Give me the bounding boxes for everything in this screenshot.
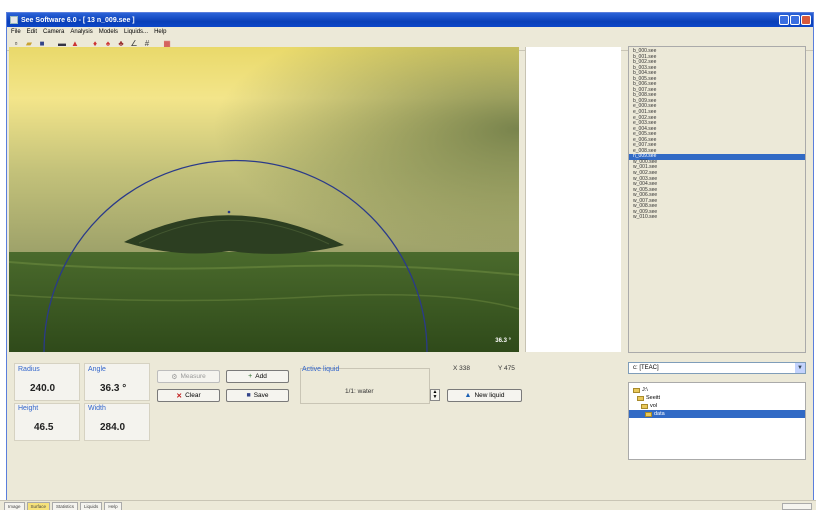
- save-icon: ■: [246, 392, 251, 399]
- tab-statistics[interactable]: Statistics: [52, 502, 79, 510]
- image-side-pane: [525, 47, 621, 352]
- angle-overlay-label: 36.3 °: [495, 338, 511, 344]
- status-bar: Image Surface Statistics Liquids Help: [0, 500, 816, 510]
- folder-icon: [637, 395, 644, 401]
- add-button[interactable]: + Add: [226, 370, 289, 383]
- chevron-down-icon[interactable]: ▼: [795, 363, 805, 373]
- radius-value: 240.0: [30, 383, 56, 394]
- active-liquid-value: 1/1: water: [345, 388, 374, 395]
- cursor-y: Y 475: [498, 365, 515, 372]
- close-button[interactable]: [801, 15, 811, 25]
- menu-edit[interactable]: Edit: [27, 29, 37, 35]
- chevron-down-icon[interactable]: ▼: [433, 395, 438, 400]
- menu-analysis[interactable]: Analysis: [70, 29, 92, 35]
- folder-icon: [641, 403, 648, 409]
- tree-item[interactable]: Seeitt: [633, 394, 805, 402]
- window-controls: [779, 15, 811, 25]
- minimize-button[interactable]: [779, 15, 789, 25]
- active-liquid-panel: [300, 368, 430, 404]
- app-icon: [10, 16, 18, 24]
- clear-button[interactable]: ✕ Clear: [157, 389, 220, 402]
- menu-liquids[interactable]: Liquids...: [124, 29, 148, 35]
- menu-file[interactable]: File: [11, 29, 21, 35]
- tree-item[interactable]: J:\: [633, 386, 805, 394]
- menu-camera[interactable]: Camera: [43, 29, 64, 35]
- height-value: 46.5: [34, 422, 54, 433]
- width-label: Width: [88, 405, 106, 412]
- tab-image[interactable]: Image: [4, 502, 25, 510]
- folder-icon: [633, 387, 640, 393]
- height-label: Height: [18, 405, 39, 412]
- active-liquid-label: Active liquid: [302, 366, 340, 373]
- save-button[interactable]: ■ Save: [226, 389, 289, 402]
- measure-icon: ⚙: [171, 373, 178, 381]
- angle-label: Angle: [88, 366, 106, 373]
- measure-button[interactable]: ⚙ Measure: [157, 370, 220, 383]
- drop-image-canvas: [9, 47, 519, 352]
- tab-liquids[interactable]: Liquids: [80, 502, 103, 510]
- angle-value: 36.3 °: [100, 383, 127, 394]
- menu-help[interactable]: Help: [154, 29, 166, 35]
- window-title: See Software 6.0 - [ 13 n_009.see ]: [21, 16, 135, 24]
- maximize-button[interactable]: [790, 15, 800, 25]
- drive-select[interactable]: c: [TEAC] ▼: [628, 362, 806, 374]
- radius-label: Radius: [18, 366, 40, 373]
- add-icon: +: [248, 373, 253, 380]
- drop-image[interactable]: 36.3 °: [9, 47, 519, 352]
- file-list[interactable]: b_000.see b_001.see b_002.see b_003.see b_00…: [628, 46, 806, 353]
- liquid-spinner[interactable]: ▲ ▼: [430, 389, 440, 401]
- width-value: 284.0: [100, 422, 126, 433]
- title-bar: See Software 6.0 - [ 13 n_009.see ]: [7, 13, 813, 27]
- status-indicator: [782, 503, 812, 510]
- tree-item-selected[interactable]: data: [629, 410, 805, 418]
- clear-icon: ✕: [176, 392, 183, 400]
- file-item[interactable]: w_010.see: [629, 215, 805, 221]
- tree-item[interactable]: vol: [633, 402, 805, 410]
- tab-surface[interactable]: Surface: [26, 502, 51, 510]
- cursor-x: X 338: [453, 365, 470, 372]
- menu-models[interactable]: Models: [99, 29, 118, 35]
- folder-tree[interactable]: J:\ Seeitt vol data: [628, 382, 806, 460]
- tab-help[interactable]: Help: [104, 502, 122, 510]
- liquid-icon: ▲: [464, 392, 472, 399]
- menu-bar: File Edit Camera Analysis Models Liquids…: [7, 27, 813, 37]
- folder-icon: [645, 411, 652, 417]
- drive-select-value: c: [TEAC]: [633, 365, 659, 371]
- new-liquid-button[interactable]: ▲ New liquid: [447, 389, 522, 402]
